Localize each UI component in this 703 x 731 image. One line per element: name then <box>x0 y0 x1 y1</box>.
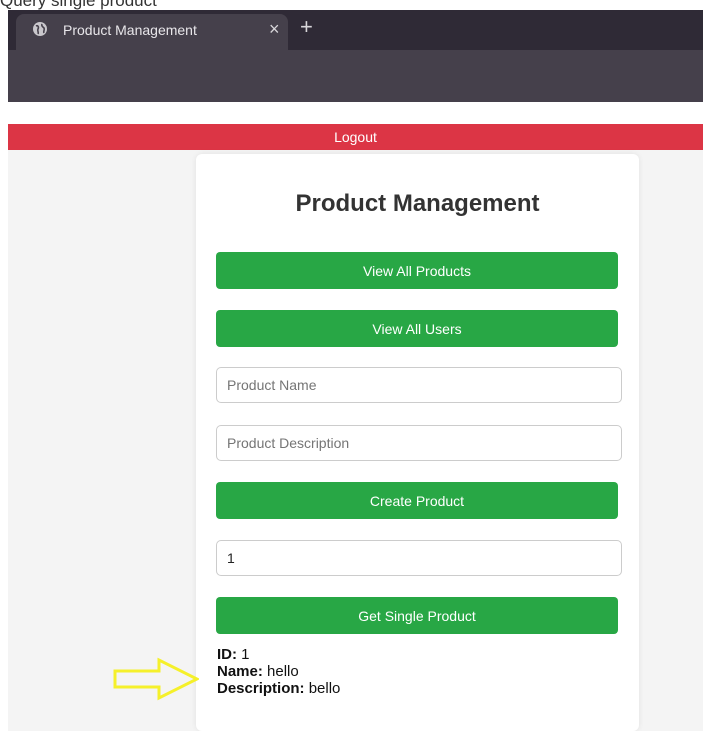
view-all-products-button[interactable]: View All Products <box>216 252 618 289</box>
product-description-input[interactable] <box>216 425 622 461</box>
result-name-value: hello <box>267 663 299 680</box>
product-management-card: Product Management View All Products Vie… <box>196 154 639 731</box>
result-id-row: ID: 1 <box>217 646 340 663</box>
result-name-row: Name: hello <box>217 663 340 680</box>
page-caption: Query single product <box>0 0 157 10</box>
page-viewport: Logout Product Management View All Produ… <box>8 102 703 731</box>
create-product-button[interactable]: Create Product <box>216 482 618 519</box>
product-name-input[interactable] <box>216 367 622 403</box>
result-description-row: Description: bello <box>217 680 340 697</box>
browser-tab[interactable]: Product Management × <box>16 14 288 54</box>
result-id-label: ID: <box>217 646 237 663</box>
tab-title: Product Management <box>63 22 197 38</box>
browser-tab-strip: Product Management × + <box>8 10 703 54</box>
view-all-users-button[interactable]: View All Users <box>216 310 618 347</box>
result-description-value: bello <box>308 680 341 697</box>
result-description-label: Description: <box>217 680 305 697</box>
tab-close-icon[interactable]: × <box>269 19 280 40</box>
globe-icon <box>33 22 47 36</box>
product-id-input[interactable] <box>216 540 622 576</box>
page-title: Product Management <box>295 190 540 217</box>
browser-toolbar <box>8 50 703 102</box>
result-id-value: 1 <box>241 646 250 663</box>
logout-button[interactable]: Logout <box>8 124 703 150</box>
new-tab-icon[interactable]: + <box>300 14 313 40</box>
product-result: ID: 1 Name: hello Description: bello <box>217 646 340 697</box>
get-single-product-button[interactable]: Get Single Product <box>216 597 618 634</box>
result-name-label: Name: <box>217 663 263 680</box>
page-top-strip <box>8 102 703 124</box>
arrow-right-icon <box>113 657 199 701</box>
